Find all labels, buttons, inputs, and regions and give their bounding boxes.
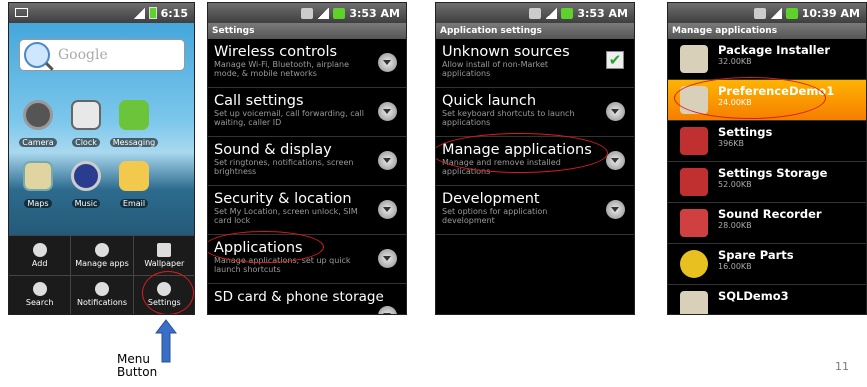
- music-icon: [71, 161, 101, 191]
- screen-title: Manage applications: [668, 23, 866, 39]
- email-icon: [119, 161, 149, 191]
- chevron-down-icon: [378, 249, 397, 268]
- app-row-sound-recorder[interactable]: Sound Recorder 28.00KB: [668, 203, 866, 244]
- settings-item-sd-card[interactable]: SD card & phone storage: [208, 284, 406, 314]
- google-search-widget[interactable]: Google: [19, 39, 185, 71]
- screen-title: Settings: [208, 23, 406, 39]
- status-time: 10:39 AM: [801, 6, 860, 20]
- settings-item-sound[interactable]: Sound & display Set ringtones, notificat…: [208, 137, 406, 186]
- sound-recorder-icon: [680, 209, 708, 237]
- mail-notification-icon: [15, 8, 28, 17]
- status-time: 3:53 AM: [349, 6, 400, 20]
- signal-icon: [769, 7, 782, 19]
- chevron-down-icon: [378, 53, 397, 72]
- chevron-down-icon: [378, 306, 397, 314]
- app-settings-item-unknown-sources[interactable]: Unknown sources Allow install of non-Mar…: [436, 39, 634, 88]
- app-music[interactable]: Music: [61, 161, 111, 210]
- app-maps[interactable]: Maps: [13, 161, 63, 210]
- signal-icon: [545, 7, 558, 19]
- status-bar: 3:53 AM: [436, 3, 634, 23]
- highlight-ellipse: [436, 133, 608, 173]
- status-time: 3:53 AM: [577, 6, 628, 20]
- app-row-sqldemo3[interactable]: SQLDemo3: [668, 285, 866, 314]
- chevron-down-icon: [606, 102, 625, 121]
- app-row-spare-parts[interactable]: Spare Parts 16.00KB: [668, 244, 866, 285]
- package-installer-icon: [680, 45, 708, 73]
- status-bar: 6:15: [9, 3, 194, 23]
- battery-icon: [561, 7, 574, 19]
- settings-storage-icon: [680, 168, 708, 196]
- clock-icon: [71, 100, 101, 130]
- home-screen: 6:15 Google Camera Clock Messaging Maps …: [8, 2, 195, 315]
- battery-icon: [148, 7, 157, 19]
- highlight-ellipse: [208, 231, 324, 263]
- settings-item-call[interactable]: Call settings Set up voicemail, call for…: [208, 88, 406, 137]
- chevron-down-icon: [378, 151, 397, 170]
- app-row-settings[interactable]: Settings 396KB: [668, 121, 866, 162]
- app-email[interactable]: Email: [109, 161, 159, 210]
- chevron-down-icon: [378, 102, 397, 121]
- search-icon: [32, 282, 47, 297]
- signal-icon: [317, 7, 330, 19]
- settings-item-security[interactable]: Security & location Set My Location, scr…: [208, 186, 406, 235]
- application-settings-screen: 3:53 AM Application settings Unknown sou…: [435, 2, 635, 315]
- search-placeholder: Google: [58, 47, 108, 63]
- app-row-settings-storage[interactable]: Settings Storage 52.00KB: [668, 162, 866, 203]
- manage-applications-screen: 10:39 AM Manage applications Package Ins…: [667, 2, 867, 315]
- status-time: 6:15: [160, 6, 188, 20]
- app-camera[interactable]: Camera: [13, 100, 63, 149]
- sim-icon: [529, 7, 542, 19]
- settings-icon: [680, 127, 708, 155]
- add-icon: [32, 242, 47, 257]
- sim-icon: [301, 7, 314, 19]
- screen-title: Application settings: [436, 23, 634, 39]
- menu-item-add[interactable]: Add: [9, 235, 72, 275]
- checkbox-checked-icon[interactable]: ✔: [606, 51, 624, 69]
- app-settings-item-development[interactable]: Development Set options for application …: [436, 186, 634, 235]
- app-messaging[interactable]: Messaging: [109, 100, 159, 149]
- menu-item-manage-apps[interactable]: Manage apps: [71, 235, 134, 275]
- notifications-icon: [94, 282, 109, 297]
- highlight-ellipse: [674, 77, 826, 119]
- up-arrow-icon: [155, 319, 177, 363]
- app-settings-item-quick-launch[interactable]: Quick launch Set keyboard shortcuts to l…: [436, 88, 634, 137]
- battery-icon: [785, 7, 798, 19]
- chevron-down-icon: [378, 200, 397, 219]
- settings-item-wireless[interactable]: Wireless controls Manage Wi-Fi, Bluetoot…: [208, 39, 406, 88]
- page-number: 11: [835, 360, 849, 373]
- status-bar: 3:53 AM: [208, 3, 406, 23]
- signal-icon: [132, 7, 145, 19]
- menu-item-notifications[interactable]: Notifications: [71, 274, 134, 314]
- app-clock[interactable]: Clock: [61, 100, 111, 149]
- menu-item-wallpaper[interactable]: Wallpaper: [133, 235, 194, 275]
- default-app-icon: [680, 291, 708, 314]
- menu-button-annotation: Menu Button: [117, 352, 158, 379]
- status-bar: 10:39 AM: [668, 3, 866, 23]
- app-row-package-installer[interactable]: Package Installer 32.00KB: [668, 39, 866, 80]
- maps-icon: [23, 161, 53, 191]
- battery-icon: [333, 7, 346, 19]
- chevron-down-icon: [606, 200, 625, 219]
- camera-icon: [23, 100, 53, 130]
- manage-apps-icon: [94, 242, 109, 257]
- messaging-icon: [119, 100, 149, 130]
- menu-item-search[interactable]: Search: [9, 274, 72, 314]
- highlight-ellipse: [142, 271, 194, 314]
- spare-parts-icon: [680, 250, 708, 278]
- sim-icon: [753, 7, 766, 19]
- search-icon: [24, 42, 50, 68]
- wallpaper-icon: [157, 242, 172, 257]
- settings-screen: 3:53 AM Settings Wireless controls Manag…: [207, 2, 407, 315]
- chevron-down-icon: [606, 151, 625, 170]
